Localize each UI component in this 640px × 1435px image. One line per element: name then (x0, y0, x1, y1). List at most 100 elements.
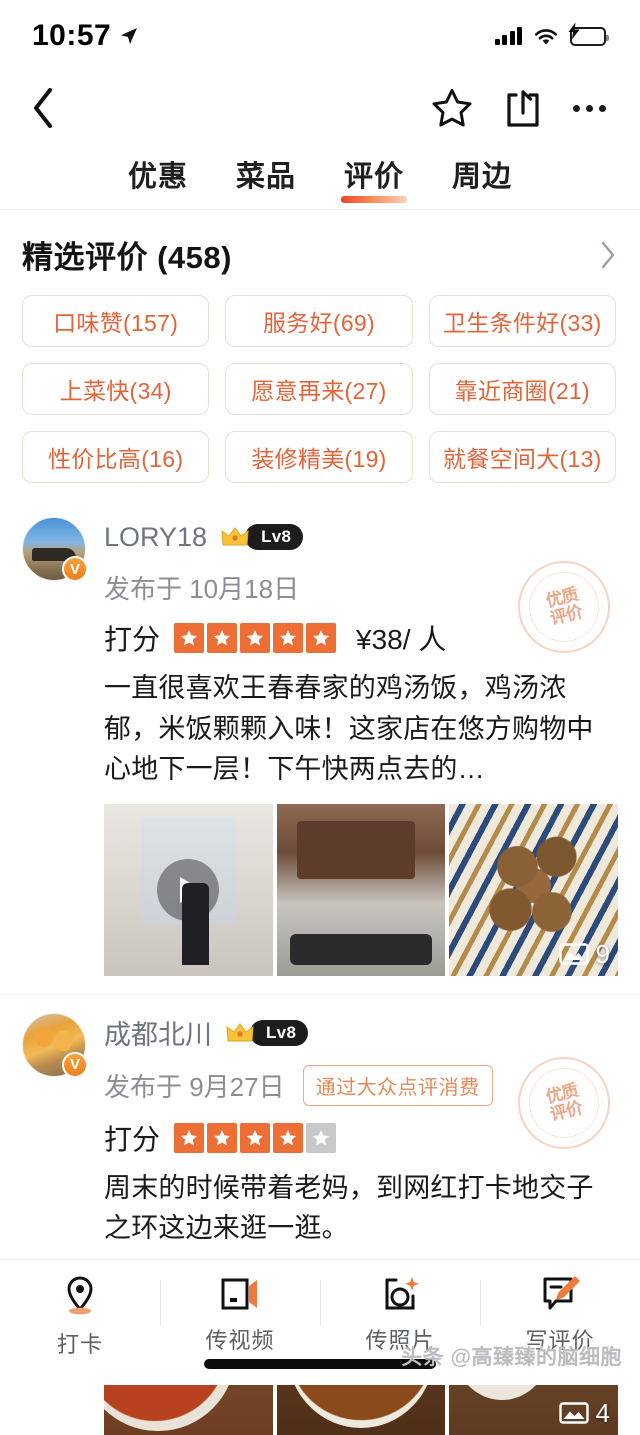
location-arrow-icon (121, 28, 138, 44)
bottom-action-checkin[interactable]: 打卡 (0, 1274, 160, 1359)
review-header: V LORY18 Lv8 发布于 10月18日 打分 ¥38/ 人 一直很喜欢王… (22, 517, 618, 790)
bolt-icon (568, 22, 580, 39)
star-rating (174, 623, 337, 653)
tab-zhoubian[interactable]: 周边 (452, 153, 512, 203)
level-badge: Lv8 (221, 523, 304, 551)
cellular-signal-icon (494, 27, 522, 45)
star-filled-icon (273, 1122, 304, 1153)
page-title: 精选评价 (458) (22, 240, 232, 275)
stamp-inner-ring: 优质评价 (521, 564, 607, 650)
review-item: 优质评价 V LORY18 Lv8 发布于 10月18日 打分 ¥38/ 人 一… (0, 499, 640, 976)
photo-count-badge: 4 (558, 1397, 610, 1429)
photo-count: 4 (595, 1397, 610, 1428)
stamp-label: 优质评价 (543, 584, 584, 629)
back-button[interactable] (30, 86, 56, 130)
tab-label: 周边 (452, 161, 513, 193)
review-tag[interactable]: 性价比高(16) (22, 431, 210, 483)
tab-pingjia[interactable]: 评价 (340, 153, 408, 203)
status-time: 10:57 (32, 19, 112, 52)
review-username[interactable]: 成都北川 (104, 1013, 212, 1052)
tab-label: 评价 (344, 161, 405, 193)
photo-count: 9 (595, 938, 610, 969)
review-photo-video[interactable] (104, 803, 273, 976)
per-person-price: ¥38/ 人 (356, 624, 447, 655)
watermark: 头条 @高臻臻的脑细胞 (401, 1346, 622, 1369)
chevron-left-icon (34, 88, 52, 128)
star-filled-icon (240, 623, 271, 653)
star-filled-icon (207, 1122, 238, 1153)
featured-reviews-header[interactable]: 精选评价 (458) (0, 210, 640, 287)
play-icon[interactable] (157, 858, 220, 921)
verified-v-icon: V (62, 1051, 88, 1078)
review-photo[interactable] (276, 803, 446, 976)
star-rating (174, 1122, 337, 1153)
photo-upload-icon (385, 1277, 419, 1310)
review-body: LORY18 Lv8 发布于 10月18日 打分 ¥38/ 人 一直很喜欢王春春… (104, 517, 618, 790)
review-tag[interactable]: 口味赞(157) (22, 295, 210, 347)
bottom-action-upload-video[interactable]: 传视频 (160, 1274, 320, 1359)
tab-youhui[interactable]: 优惠 (128, 153, 188, 203)
star-filled-icon (306, 623, 337, 653)
favorite-button[interactable] (431, 87, 473, 129)
status-left: 10:57 (32, 19, 139, 53)
review-tag[interactable]: 服务好(69) (225, 295, 413, 347)
more-dots-icon (586, 104, 593, 112)
status-bar: 10:57 (0, 0, 640, 72)
level-label: Lv8 (250, 1019, 309, 1046)
status-right (494, 22, 609, 46)
star-empty-icon (306, 1122, 337, 1153)
rating-label: 打分 (104, 1123, 161, 1155)
publish-date: 发布于 10月18日 (104, 574, 300, 604)
crown-icon (221, 527, 249, 546)
review-tag[interactable]: 靠近商圈(21) (428, 363, 616, 415)
write-review-icon (543, 1276, 580, 1310)
photo-count-badge: 9 (558, 938, 610, 970)
review-username[interactable]: LORY18 (104, 522, 207, 553)
level-badge: Lv8 (226, 1019, 309, 1047)
review-photo-grid: 9 (104, 803, 618, 976)
bottom-action-label: 打卡 (56, 1332, 103, 1357)
verified-v-icon: V (62, 556, 88, 582)
stamp-label: 优质评价 (543, 1080, 584, 1124)
avatar[interactable]: V (22, 517, 88, 582)
username-row: 成都北川 Lv8 (104, 1013, 618, 1053)
more-button[interactable] (573, 104, 606, 112)
tab-caipin[interactable]: 菜品 (236, 153, 296, 203)
wifi-icon (534, 28, 558, 44)
share-button[interactable] (503, 87, 543, 129)
review-tag[interactable]: 装修精美(19) (225, 431, 413, 483)
tab-bar: 优惠 菜品 评价 周边 (0, 144, 640, 210)
more-dots-icon (599, 104, 606, 112)
star-filled-icon (207, 623, 238, 653)
review-tag[interactable]: 上菜快(34) (22, 363, 210, 415)
chevron-right-icon (601, 241, 615, 268)
stamp-inner-ring: 优质评价 (521, 1060, 607, 1145)
avatar[interactable]: V (22, 1012, 88, 1078)
rating-label: 打分 (104, 624, 161, 655)
review-text[interactable]: 一直很喜欢王春春家的鸡汤饭，鸡汤浓郁，米饭颗颗入味！这家店在悠方购物中心地下一层… (104, 668, 618, 790)
bottom-action-bar: 打卡 传视频 传照片 写评价 头条 @高臻臻的脑细胞 (0, 1259, 640, 1385)
nav-actions (431, 87, 606, 129)
purchase-source-badge: 通过大众点评消费 (302, 1064, 493, 1106)
nav-bar (0, 72, 640, 144)
review-tag[interactable]: 愿意再来(27) (225, 363, 413, 415)
share-icon (507, 90, 539, 127)
battery-charging-icon (568, 22, 609, 46)
star-outline-icon (432, 89, 472, 127)
review-tag[interactable]: 卫生条件好(33) (428, 295, 616, 347)
video-upload-icon (221, 1278, 257, 1310)
review-tag[interactable]: 就餐空间大(13) (428, 431, 616, 483)
crown-icon (226, 1022, 254, 1041)
star-filled-icon (240, 1122, 271, 1153)
review-text[interactable]: 周末的时候带着老妈，到网红打卡地交子之环这边来逛一逛。 (104, 1168, 618, 1249)
star-filled-icon (174, 1122, 205, 1153)
review-photo[interactable]: 9 (449, 803, 618, 976)
tab-label: 菜品 (235, 161, 296, 193)
star-filled-icon (273, 623, 304, 653)
level-label: Lv8 (245, 524, 304, 550)
star-filled-icon (174, 623, 205, 653)
review-tag-grid: 口味赞(157) 服务好(69) 卫生条件好(33) 上菜快(34) 愿意再来(… (0, 287, 640, 499)
tab-label: 优惠 (127, 161, 188, 193)
more-dots-icon (573, 104, 580, 112)
publish-date: 发布于 9月27日 (104, 1071, 285, 1102)
